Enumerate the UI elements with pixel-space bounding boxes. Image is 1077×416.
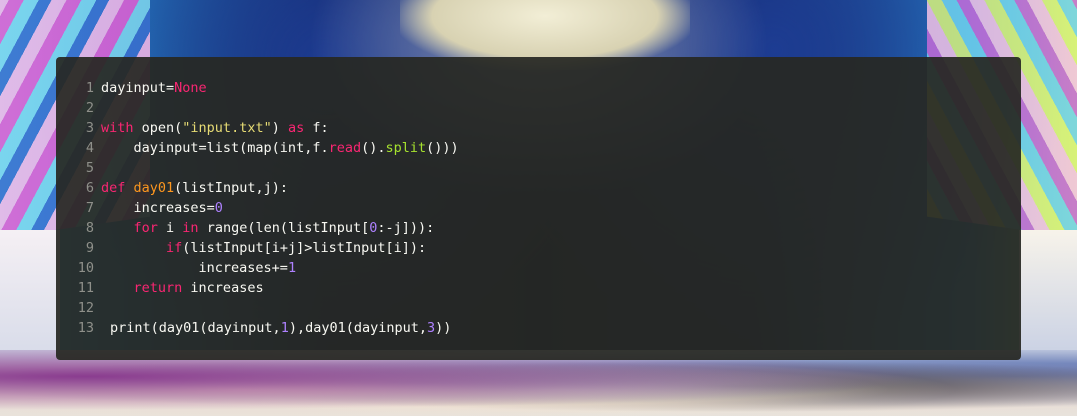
line-number: 11 — [77, 280, 94, 296]
code-line: 12 — [56, 298, 1021, 318]
code-token: increases — [182, 280, 264, 296]
line-number: 2 — [85, 100, 94, 116]
code-line: 9 if(listInput[i+j]>listInput[i]): — [56, 238, 1021, 258]
code-token: :-j])): — [377, 220, 435, 236]
code-line: 10 increases+=1 — [56, 258, 1021, 278]
code-token: (listInput,j): — [174, 180, 288, 196]
code-token: day01 — [133, 180, 175, 196]
code-text: print(day01(dayinput,1),day01(dayinput,3… — [94, 318, 451, 338]
code-line: 4 dayinput=list(map(int,f.read().split()… — [56, 138, 1021, 158]
code-token: increases= — [101, 200, 215, 216]
line-number: 9 — [85, 240, 94, 256]
code-token: dayinput= — [101, 80, 175, 96]
code-line: 6 def day01(listInput,j): — [56, 178, 1021, 198]
code-token: ())) — [426, 140, 459, 156]
code-token: in — [182, 220, 199, 236]
code-text: def day01(listInput,j): — [94, 178, 288, 198]
code-token: i — [157, 220, 183, 236]
code-text: dayinput=list(map(int,f.read().split())) — [94, 138, 459, 158]
code-line: 3 with open("input.txt") as f: — [56, 118, 1021, 138]
code-block[interactable]: 1 dayinput=None 2 3 with open("input.txt") a… — [56, 57, 1021, 360]
line-number: 7 — [85, 200, 94, 216]
code-token: None — [174, 80, 207, 96]
code-line: 7 increases=0 — [56, 198, 1021, 218]
code-token: increases+= — [101, 260, 288, 276]
code-text: if(listInput[i+j]>listInput[i]): — [94, 238, 426, 258]
line-number: 3 — [85, 120, 94, 136]
code-token: 3 — [427, 320, 436, 336]
background-art-right-side — [1019, 230, 1077, 360]
line-number: 6 — [85, 180, 94, 196]
code-token: (). — [361, 140, 386, 156]
code-token: (listInput[i+j]>listInput[i]): — [182, 240, 427, 256]
code-token: ) — [271, 120, 288, 136]
line-number: 12 — [77, 300, 94, 316]
code-token: read — [328, 140, 362, 156]
code-token: range(len(listInput[ — [198, 220, 370, 236]
code-line: 5 — [56, 158, 1021, 178]
code-token: print(day01(dayinput, — [110, 320, 281, 336]
code-token: "input.txt" — [182, 120, 272, 136]
code-line: 2 — [56, 98, 1021, 118]
code-line: 1 dayinput=None — [56, 78, 1021, 98]
code-token: 1 — [280, 320, 289, 336]
code-token: )) — [435, 320, 452, 336]
code-token: return — [133, 280, 183, 296]
code-token: split — [385, 140, 427, 156]
code-text: with open("input.txt") as f: — [94, 118, 329, 138]
line-number: 1 — [85, 80, 94, 96]
code-token: open( — [133, 120, 183, 136]
code-token: ),day01(dayinput, — [288, 320, 427, 336]
code-text: increases=0 — [94, 198, 223, 218]
code-token: with — [101, 120, 134, 136]
line-number: 5 — [85, 160, 94, 176]
line-number: 10 — [77, 260, 94, 276]
code-token: f: — [304, 120, 329, 136]
code-text: for i in range(len(listInput[0:-j])): — [94, 218, 435, 238]
code-text: dayinput=None — [94, 78, 207, 98]
code-line: 13 print(day01(dayinput,1),day01(dayinput… — [56, 318, 1021, 338]
line-number: 4 — [85, 140, 94, 156]
code-text: increases+=1 — [94, 258, 297, 278]
code-token: as — [287, 120, 305, 136]
line-number: 13 — [77, 320, 94, 336]
background-art-left-side — [0, 230, 60, 360]
code-token: for — [133, 220, 158, 236]
code-line: 11 return increases — [56, 278, 1021, 298]
code-token: def — [101, 180, 126, 196]
line-number: 8 — [85, 220, 94, 236]
code-token: 0 — [214, 200, 223, 216]
code-token: dayinput=list(map(int,f. — [101, 140, 329, 156]
code-token: if — [166, 240, 183, 256]
code-line: 8 for i in range(len(listInput[0:-j])): — [56, 218, 1021, 238]
code-text: return increases — [94, 278, 264, 298]
code-token: 1 — [287, 260, 297, 276]
